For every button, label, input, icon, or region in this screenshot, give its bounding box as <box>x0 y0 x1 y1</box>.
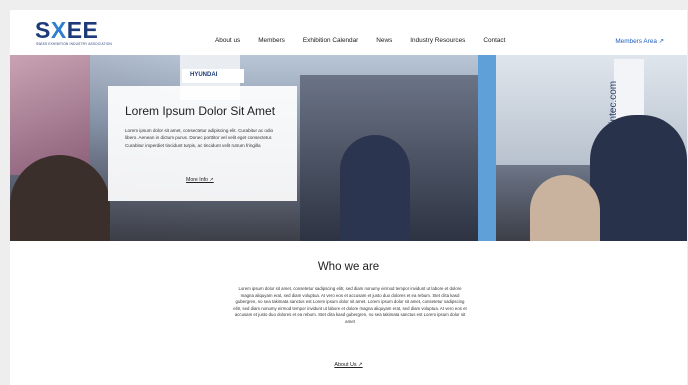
hero-photo-sign-text: rintec.com <box>608 80 619 127</box>
logo-subtitle: SWISS EXHIBITION INDUSTRY ASSOCIATION <box>36 42 112 46</box>
nav-industry-resources[interactable]: Industry Resources <box>410 37 465 47</box>
who-we-are-text: Lorem ipsum dolor sit amet, consetetur s… <box>233 286 467 324</box>
members-area-link[interactable]: Members Area ↗ <box>615 37 664 45</box>
page-frame: SXEE SWISS EXHIBITION INDUSTRY ASSOCIATI… <box>10 10 687 385</box>
hero-photo-banner: HYUNDAI <box>182 69 244 83</box>
nav-members[interactable]: Members <box>258 37 285 47</box>
logo-wordmark: SXEE <box>35 17 99 43</box>
who-we-are-title: Who we are <box>317 261 380 273</box>
hero-photo-person-left <box>10 155 110 241</box>
hero-photo-pillar <box>478 55 496 241</box>
hero-photo-person-center <box>340 135 410 241</box>
main-nav: About us Members Exhibition Calendar New… <box>215 37 523 47</box>
site-header: SXEE SWISS EXHIBITION INDUSTRY ASSOCIATI… <box>10 10 687 55</box>
nav-exhibition-calendar[interactable]: Exhibition Calendar <box>303 37 358 47</box>
hero-text: Lorem ipsum dolor sit amet, consectetur … <box>125 128 274 148</box>
about-us-link-wrap: About Us ↗ <box>10 362 687 368</box>
site-logo[interactable]: SXEE SWISS EXHIBITION INDUSTRY ASSOCIATI… <box>35 18 125 48</box>
nav-contact[interactable]: Contact <box>483 37 505 47</box>
about-us-link[interactable]: About Us ↗ <box>334 362 362 368</box>
nav-news[interactable]: News <box>376 37 392 47</box>
hero-banner: HYUNDAI rintec.com Lorem Ipsum Dolor Sit… <box>10 55 687 241</box>
nav-about-us[interactable]: About us <box>215 37 240 47</box>
hero-photo-person-right <box>590 115 687 241</box>
hero-photo-person-far <box>530 175 600 241</box>
hero-title: Lorem Ipsum Dolor Sit Amet <box>125 104 276 118</box>
more-info-link[interactable]: More Info ↗ <box>186 177 214 183</box>
hero-card: Lorem Ipsum Dolor Sit Amet Lorem ipsum d… <box>108 86 297 201</box>
